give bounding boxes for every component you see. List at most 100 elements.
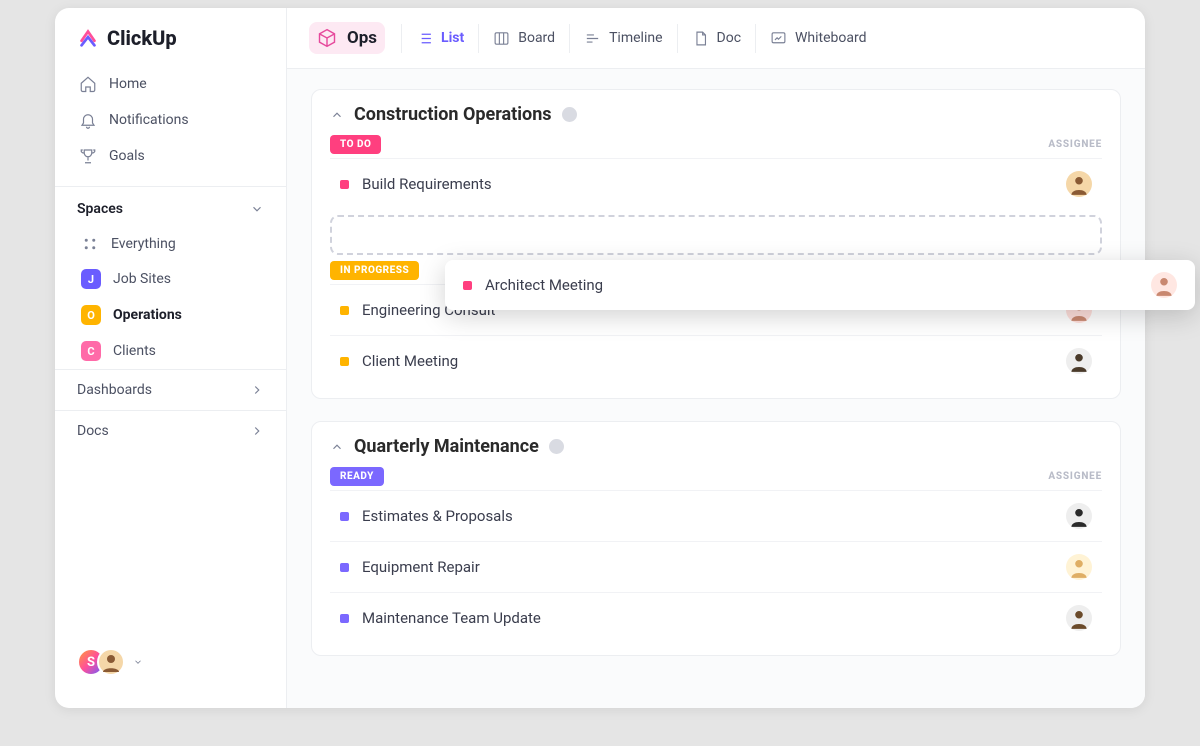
avatar[interactable] — [1066, 503, 1092, 529]
nav-notifications-label: Notifications — [109, 112, 189, 128]
status-pill[interactable]: READY — [330, 467, 384, 486]
view-timeline-label: Timeline — [609, 30, 662, 46]
operations-badge: O — [81, 305, 101, 325]
clients-badge: C — [81, 341, 101, 361]
group-header[interactable]: Quarterly Maintenance — [330, 436, 1102, 457]
view-tab-list[interactable]: List — [401, 24, 478, 53]
group-title: Construction Operations — [354, 104, 552, 125]
grid-dots-icon — [81, 235, 99, 253]
task-name: Build Requirements — [362, 175, 492, 193]
trophy-icon — [79, 147, 97, 165]
status-header: TO DO ASSIGNEE — [330, 135, 1102, 154]
task-name: Client Meeting — [362, 352, 458, 370]
avatar[interactable] — [1066, 348, 1092, 374]
spaces-header[interactable]: Spaces — [55, 186, 286, 227]
status-square — [340, 357, 349, 366]
task-row[interactable]: Maintenance Team Update — [330, 592, 1102, 643]
chevron-up-icon — [330, 108, 344, 122]
list-icon — [416, 30, 433, 47]
timeline-icon — [584, 30, 601, 47]
status-square — [340, 614, 349, 623]
spaces-header-label: Spaces — [77, 201, 123, 217]
status-square — [340, 180, 349, 189]
task-group: Quarterly Maintenance READY ASSIGNEE Estima… — [311, 421, 1121, 656]
cube-icon — [317, 28, 337, 48]
view-list-label: List — [441, 30, 464, 46]
footer-avatar-stack: S — [77, 648, 125, 676]
sidebar-footer[interactable]: S — [55, 634, 286, 690]
avatar — [97, 648, 125, 676]
task-name: Estimates & Proposals — [362, 507, 513, 525]
content: Construction Operations TO DO ASSIGNEE Buil… — [287, 69, 1145, 708]
toolbar: Ops List Board Timeline Doc Whiteboard — [287, 8, 1145, 69]
view-board-label: Board — [518, 30, 555, 46]
view-tab-board[interactable]: Board — [478, 24, 569, 53]
nav-home-label: Home — [109, 76, 147, 92]
home-icon — [79, 75, 97, 93]
brand-name: ClickUp — [107, 26, 177, 50]
operations-label: Operations — [113, 307, 182, 323]
view-tab-whiteboard[interactable]: Whiteboard — [755, 24, 881, 53]
jobsites-label: Job Sites — [113, 271, 171, 287]
chevron-right-icon — [250, 424, 264, 438]
avatar — [1151, 272, 1177, 298]
task-name: Maintenance Team Update — [362, 609, 541, 627]
sidebar-item-operations[interactable]: O Operations — [59, 297, 282, 333]
status-pill[interactable]: IN PROGRESS — [330, 261, 419, 280]
task-dropzone[interactable] — [330, 215, 1102, 255]
view-doc-label: Doc — [717, 30, 742, 46]
dashboards-label: Dashboards — [77, 382, 152, 398]
sidebar-item-jobsites[interactable]: J Job Sites — [59, 261, 282, 297]
view-tab-timeline[interactable]: Timeline — [569, 24, 676, 53]
task-row[interactable]: Client Meeting — [330, 335, 1102, 386]
space-button[interactable]: Ops — [309, 22, 385, 54]
board-icon — [493, 30, 510, 47]
task-row[interactable]: Equipment Repair — [330, 541, 1102, 592]
brand-logo: ClickUp — [55, 26, 286, 66]
assignee-column-label: ASSIGNEE — [1048, 139, 1102, 150]
avatar[interactable] — [1066, 171, 1092, 197]
assignee-column-label: ASSIGNEE — [1048, 471, 1102, 482]
dragged-task-name: Architect Meeting — [485, 276, 603, 294]
view-tab-doc[interactable]: Doc — [677, 24, 756, 53]
whiteboard-icon — [770, 30, 787, 47]
nav-notifications[interactable]: Notifications — [65, 102, 276, 138]
avatar[interactable] — [1066, 605, 1092, 631]
group-title: Quarterly Maintenance — [354, 436, 539, 457]
status-square — [340, 563, 349, 572]
caret-down-icon — [133, 657, 143, 667]
task-row[interactable]: Build Requirements — [330, 158, 1102, 209]
group-header[interactable]: Construction Operations — [330, 104, 1102, 125]
sidebar: ClickUp Home Notifications Goals Spaces … — [55, 8, 287, 708]
space-label: Ops — [347, 28, 377, 48]
task-name: Equipment Repair — [362, 558, 480, 576]
clients-label: Clients — [113, 343, 156, 359]
avatar[interactable] — [1066, 554, 1092, 580]
nav-home[interactable]: Home — [65, 66, 276, 102]
jobsites-badge: J — [81, 269, 101, 289]
sidebar-item-clients[interactable]: C Clients — [59, 333, 282, 369]
main: Ops List Board Timeline Doc Whiteboard C… — [287, 8, 1145, 708]
everything-label: Everything — [111, 236, 176, 252]
nav-goals[interactable]: Goals — [65, 138, 276, 174]
sidebar-docs[interactable]: Docs — [55, 410, 286, 451]
status-header: READY ASSIGNEE — [330, 467, 1102, 486]
view-whiteboard-label: Whiteboard — [795, 30, 867, 46]
task-group: Construction Operations TO DO ASSIGNEE Buil… — [311, 89, 1121, 399]
info-icon[interactable] — [549, 439, 564, 454]
chevron-up-icon — [330, 440, 344, 454]
status-square — [340, 512, 349, 521]
task-row[interactable]: Estimates & Proposals — [330, 490, 1102, 541]
status-pill[interactable]: TO DO — [330, 135, 381, 154]
sidebar-dashboards[interactable]: Dashboards — [55, 369, 286, 410]
nav-goals-label: Goals — [109, 148, 145, 164]
dragged-task-card[interactable]: Architect Meeting — [445, 260, 1195, 310]
docs-label: Docs — [77, 423, 109, 439]
chevron-down-icon — [250, 202, 264, 216]
bell-icon — [79, 111, 97, 129]
status-square — [463, 281, 472, 290]
sidebar-item-everything[interactable]: Everything — [59, 227, 282, 261]
status-square — [340, 306, 349, 315]
chevron-right-icon — [250, 383, 264, 397]
info-icon[interactable] — [562, 107, 577, 122]
